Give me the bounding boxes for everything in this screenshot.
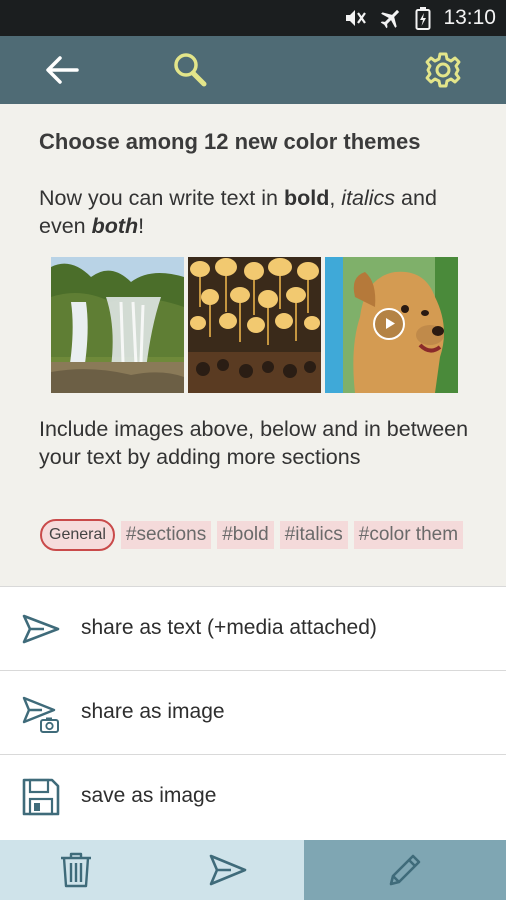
status-bar: 13:10 [0, 0, 506, 36]
back-button[interactable] [28, 36, 96, 104]
dog-video-thumbnail[interactable] [325, 257, 458, 393]
floppy-disk-icon [22, 778, 60, 816]
share-as-text-label: share as text (+media attached) [81, 616, 377, 639]
tag-italics[interactable]: #italics [279, 521, 348, 549]
tag-color-themes[interactable]: #color them [353, 521, 464, 549]
send-button[interactable] [152, 840, 304, 900]
airplane-mode-icon [379, 6, 403, 30]
share-as-text-button[interactable]: share as text (+media attached) [0, 586, 506, 670]
note-title: Choose among 12 new color themes [39, 129, 421, 154]
bold-text: bold [283, 186, 330, 210]
pencil-icon [389, 854, 421, 886]
bold-italic-text: both [91, 214, 139, 238]
italic-text: italics [341, 186, 396, 210]
arrow-left-icon [46, 56, 79, 84]
search-icon [174, 53, 207, 87]
note-paragraph-formatting: Now you can write text in bold, italics … [39, 186, 437, 238]
save-as-image-label: save as image [81, 784, 217, 807]
trash-icon [61, 852, 91, 888]
play-icon [386, 318, 395, 329]
tag-general[interactable]: General [40, 519, 115, 551]
share-as-image-button[interactable]: share as image [0, 670, 506, 754]
delete-button[interactable] [0, 840, 152, 900]
send-icon [209, 854, 247, 886]
play-button[interactable] [373, 308, 405, 340]
waterfall-image[interactable] [51, 257, 184, 393]
settings-button[interactable] [409, 36, 477, 104]
save-as-image-button[interactable]: save as image [0, 754, 506, 840]
bottom-bar [0, 840, 506, 900]
lanterns-image[interactable] [188, 257, 321, 393]
tag-bold[interactable]: #bold [217, 521, 274, 549]
edit-button[interactable] [304, 840, 506, 900]
search-button[interactable] [156, 36, 224, 104]
battery-icon [415, 6, 431, 30]
send-camera-icon [22, 696, 59, 733]
send-icon [22, 614, 60, 644]
image-gallery [51, 257, 458, 393]
tags-row: General #sections #bold #italics #color … [40, 519, 478, 551]
note-paragraph-images: Include images above, below and in betwe… [39, 417, 469, 469]
status-time: 13:10 [443, 6, 496, 29]
mute-icon [343, 7, 367, 29]
tag-sections[interactable]: #sections [120, 521, 212, 549]
note-content: Choose among 12 new color themes Now you… [0, 104, 506, 586]
share-as-image-label: share as image [81, 700, 225, 723]
gear-icon [425, 52, 461, 88]
share-actions: share as text (+media attached) share as… [0, 586, 506, 840]
top-toolbar [0, 36, 506, 104]
